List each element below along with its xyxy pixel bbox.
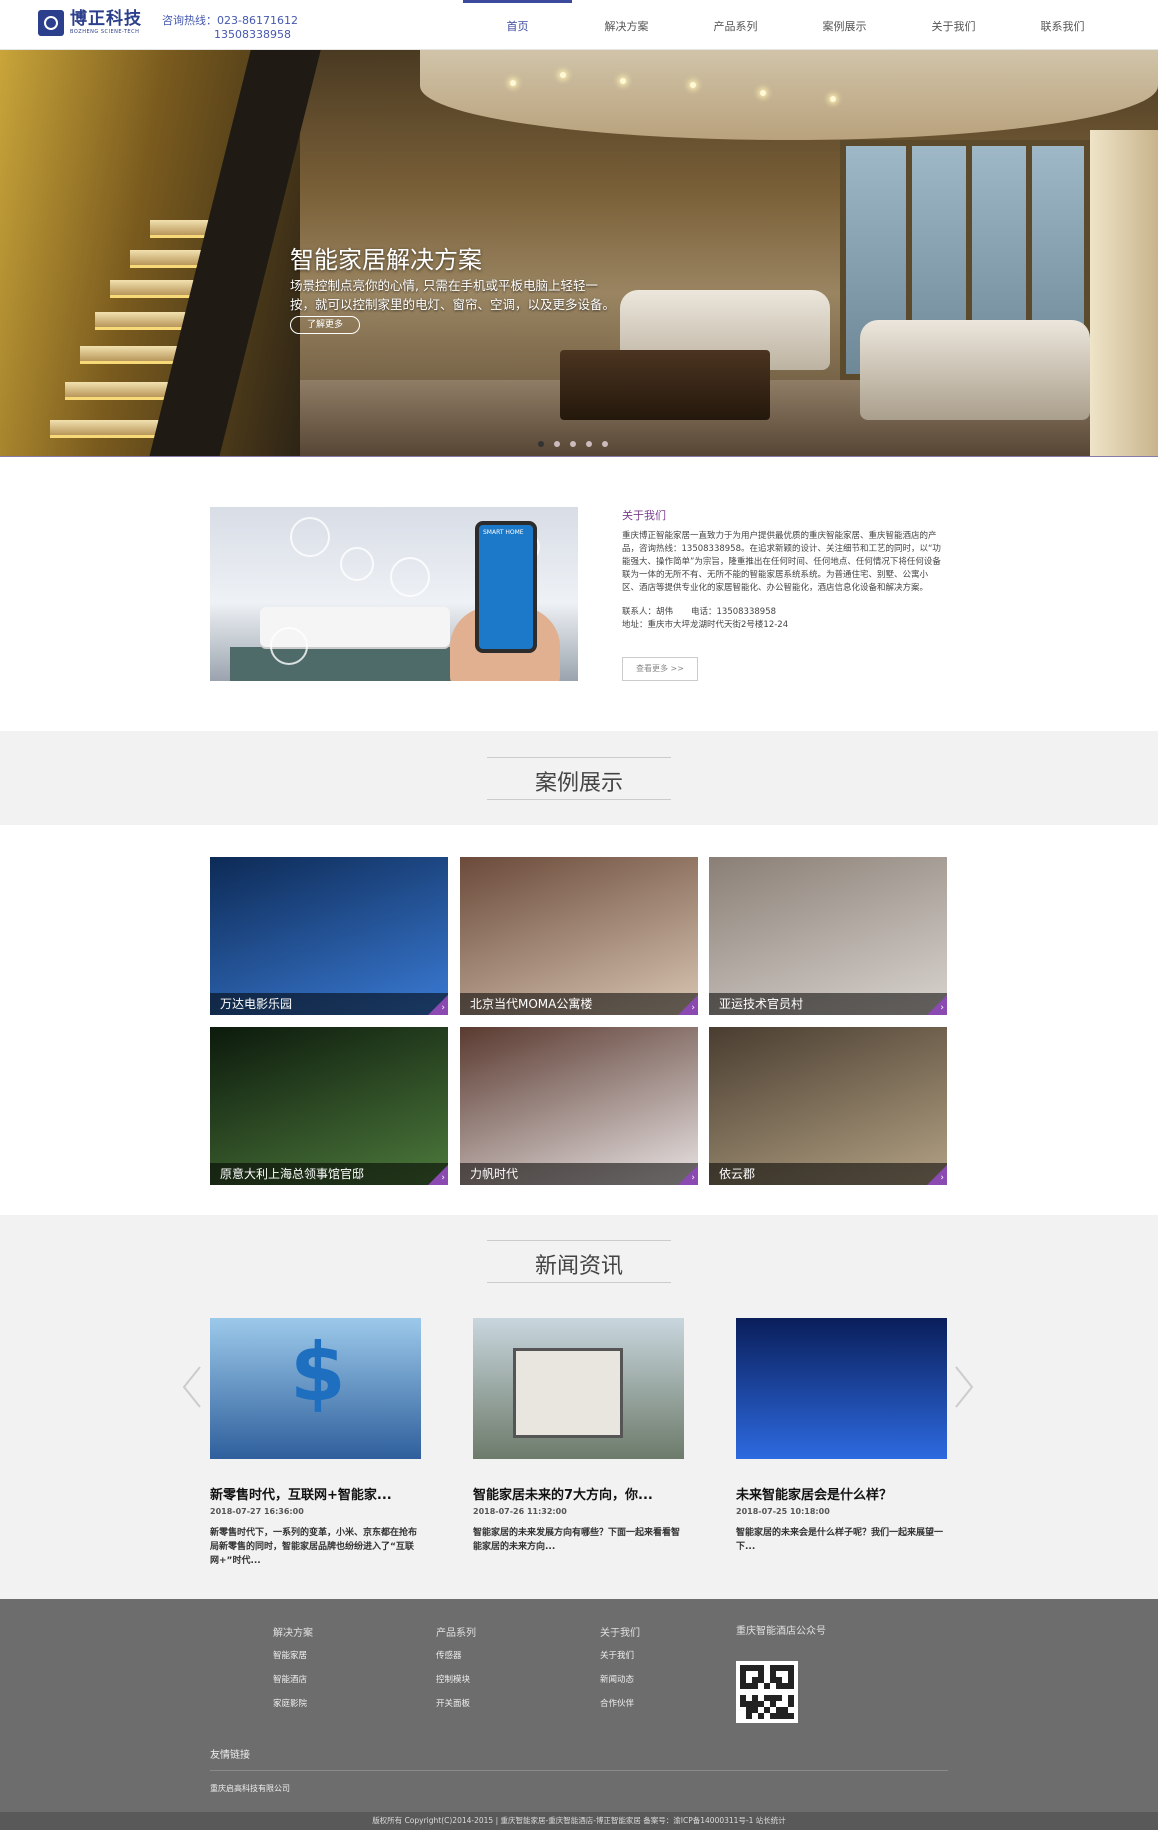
news-title: 新闻资讯	[534, 1254, 623, 1279]
news-item-date: 2018-07-26 11:32:00	[473, 1507, 567, 1516]
news-item-summary: 新零售时代下，一系列的变革，小米、京东都在抢布局新零售的同时，智能家居品牌也纷纷…	[210, 1528, 418, 1566]
hotline-phone: 咨询热线：023-86171612	[162, 14, 298, 27]
footer-link[interactable]: 智能家居	[273, 1649, 313, 1673]
footer-wechat: 重庆智能酒店公众号	[736, 1622, 826, 1647]
nav-solutions[interactable]: 解决方案	[572, 0, 681, 50]
footer-col-solutions: 解决方案 智能家居 智能酒店 家庭影院	[273, 1624, 313, 1721]
case-card[interactable]: 原意大利上海总领事馆官邸 ›	[210, 1027, 448, 1185]
case-card[interactable]: 北京当代MOMA公寓楼 ›	[460, 857, 698, 1015]
slide-dot-1[interactable]	[538, 441, 544, 447]
footer-link[interactable]: 新闻动态	[600, 1673, 640, 1697]
nav-cases[interactable]: 案例展示	[790, 0, 899, 50]
arrow-corner-icon	[927, 995, 947, 1015]
case-label: 北京当代MOMA公寓楼	[460, 993, 698, 1015]
news-item-title[interactable]: 未来智能家居会是什么样？	[736, 1484, 947, 1503]
banner-title: 智能家居解决方案	[290, 246, 482, 274]
news-item-summary: 智能家居的未来会是什么样子呢？我们一起来展望一下...	[736, 1528, 944, 1552]
news-item-summary: 智能家居的未来发展方向有哪些？下面一起来看看智能家居的未来方向...	[473, 1528, 681, 1552]
hotline-mobile: 13508338958	[214, 28, 291, 41]
qr-code-icon	[736, 1661, 798, 1723]
news-item-title[interactable]: 智能家居未来的7大方向，你...	[473, 1484, 684, 1503]
friend-link[interactable]: 重庆启高科技有限公司	[210, 1783, 290, 1794]
footer-col-products: 产品系列 传感器 控制模块 开关面板	[436, 1624, 476, 1721]
news-item-date: 2018-07-25 10:18:00	[736, 1507, 830, 1516]
slide-dot-3[interactable]	[570, 441, 576, 447]
case-card[interactable]: 力帆时代 ›	[460, 1027, 698, 1185]
case-label: 万达电影乐园	[210, 993, 448, 1015]
case-card[interactable]: 亚运技术官员村 ›	[709, 857, 947, 1015]
case-label: 依云郡	[709, 1163, 947, 1185]
hotline: 咨询热线：023-86171612 13508338958	[162, 14, 298, 42]
wechat-label: 重庆智能酒店公众号	[736, 1626, 826, 1637]
contact-address: 地址：重庆市大坪龙湖时代天街2号楼12-24	[622, 620, 789, 630]
nav-about[interactable]: 关于我们	[899, 0, 1008, 50]
logo-icon	[38, 10, 64, 36]
banner-ceiling	[420, 50, 1158, 140]
friend-links-title: 友情链接	[210, 1750, 250, 1761]
footer-col-heading[interactable]: 产品系列	[436, 1624, 476, 1639]
nav-products[interactable]: 产品系列	[681, 0, 790, 50]
slide-dot-2[interactable]	[554, 441, 560, 447]
contact-phone: 电话：13508338958	[691, 607, 777, 617]
banner-sofa-right	[860, 320, 1090, 420]
footer-link[interactable]: 智能酒店	[273, 1673, 313, 1697]
nav-home[interactable]: 首页	[463, 0, 572, 50]
news-prev-arrow-icon[interactable]	[180, 1365, 204, 1409]
main-nav: 首页 解决方案 产品系列 案例展示 关于我们 联系我们	[463, 0, 1117, 50]
footer-col-about: 关于我们 关于我们 新闻动态 合作伙伴	[600, 1624, 640, 1721]
news-item-date: 2018-07-27 16:36:00	[210, 1507, 304, 1516]
footer-divider	[210, 1770, 948, 1771]
arrow-corner-icon	[927, 1165, 947, 1185]
logo[interactable]: 博正科技 BOZHENG SCIENE-TECH	[38, 10, 142, 36]
case-label: 力帆时代	[460, 1163, 698, 1185]
footer-link[interactable]: 合作伙伴	[600, 1697, 640, 1721]
news-image[interactable]: $	[210, 1318, 421, 1459]
news-next-arrow-icon[interactable]	[952, 1365, 976, 1409]
footer-link[interactable]: 开关面板	[436, 1697, 476, 1721]
footer-col-heading[interactable]: 关于我们	[600, 1624, 640, 1639]
arrow-corner-icon	[678, 1165, 698, 1185]
banner-table	[560, 350, 770, 420]
news-image[interactable]	[736, 1318, 947, 1459]
site-header: 博正科技 BOZHENG SCIENE-TECH 咨询热线：023-861716…	[0, 0, 1158, 50]
arrow-corner-icon	[428, 995, 448, 1015]
arrow-corner-icon	[428, 1165, 448, 1185]
contact-person: 联系人：胡伟	[622, 607, 674, 617]
banner-learn-more-button[interactable]: 了解更多	[290, 316, 360, 334]
about-more-button[interactable]: 查看更多 >>	[622, 657, 698, 681]
nav-contact[interactable]: 联系我们	[1008, 0, 1117, 50]
case-card[interactable]: 依云郡 ›	[709, 1027, 947, 1185]
about-contact: 联系人：胡伟 电话：13508338958 地址：重庆市大坪龙湖时代天街2号楼12…	[622, 606, 794, 632]
about-text: 重庆博正智能家居一直致力于为用户提供最优质的重庆智能家居、重庆智能酒店的产品，咨…	[622, 531, 941, 593]
footer-link[interactable]: 控制模块	[436, 1673, 476, 1697]
smartphone-icon: SMART HOME	[475, 521, 537, 653]
banner-curtain	[1090, 130, 1158, 456]
footer-col-heading[interactable]: 解决方案	[273, 1624, 313, 1639]
news-image[interactable]	[473, 1318, 684, 1459]
footer-link[interactable]: 家庭影院	[273, 1697, 313, 1721]
footer-link[interactable]: 传感器	[436, 1649, 476, 1673]
house-icon	[513, 1348, 623, 1438]
cases-title: 案例展示	[534, 771, 623, 796]
dollar-icon: $	[290, 1326, 346, 1419]
case-label: 亚运技术官员村	[709, 993, 947, 1015]
copyright: 版权所有 Copyright(C)2014-2015 | 重庆智能家居-重庆智能…	[0, 1812, 1158, 1830]
about-image: SMART HOME	[210, 507, 578, 681]
case-label: 原意大利上海总领事馆官邸	[210, 1163, 448, 1185]
news-item-title[interactable]: 新零售时代，互联网+智能家...	[210, 1484, 421, 1503]
logo-name: 博正科技	[70, 9, 142, 29]
case-card[interactable]: 万达电影乐园 ›	[210, 857, 448, 1015]
site-footer	[0, 1599, 1158, 1812]
arrow-corner-icon	[678, 995, 698, 1015]
footer-link[interactable]: 关于我们	[600, 1649, 640, 1673]
slide-dot-4[interactable]	[586, 441, 592, 447]
banner-pagination	[538, 441, 608, 447]
hero-banner: 智能家居解决方案 场景控制点亮你的心情, 只需在手机或平板电脑上轻轻一按，就可以…	[0, 50, 1158, 457]
slide-dot-5[interactable]	[602, 441, 608, 447]
logo-subtitle: BOZHENG SCIENE-TECH	[70, 29, 140, 35]
banner-description: 场景控制点亮你的心情, 只需在手机或平板电脑上轻轻一按，就可以控制家里的电灯、窗…	[290, 278, 616, 312]
about-title: 关于我们	[622, 509, 666, 522]
